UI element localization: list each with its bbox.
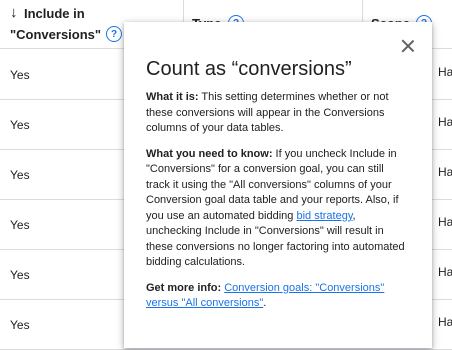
scope-cell: Ha xyxy=(438,215,452,229)
help-popup: Count as “conversions” What it is: This … xyxy=(124,22,432,348)
popup-body: What it is: This setting determines whet… xyxy=(146,90,408,322)
scope-cell: Ha xyxy=(438,315,452,329)
more-info-period: . xyxy=(263,297,267,309)
what-it-is-paragraph: What it is: This setting determines whet… xyxy=(146,90,408,137)
include-cell: Yes xyxy=(10,318,30,332)
more-info-paragraph: Get more info: Conversion goals: "Conver… xyxy=(146,281,408,312)
what-you-need-paragraph: What you need to know: If you uncheck In… xyxy=(146,147,408,271)
header-label-line2: "Conversions" xyxy=(10,27,102,42)
header-label-line1: Include in xyxy=(24,6,85,21)
sort-down-arrow-icon[interactable]: ↓ xyxy=(10,4,18,21)
close-icon[interactable] xyxy=(400,38,416,54)
bid-strategy-link[interactable]: bid strategy xyxy=(296,210,352,222)
scope-cell: Ha xyxy=(438,165,452,179)
more-info-label: Get more info: xyxy=(146,281,222,294)
scope-cell: Ha xyxy=(438,65,452,79)
popup-title: Count as “conversions” xyxy=(146,58,352,80)
include-cell: Yes xyxy=(10,68,30,82)
help-icon[interactable]: ? xyxy=(106,26,122,42)
include-cell: Yes xyxy=(10,118,30,132)
what-it-is-label: What it is: xyxy=(146,91,199,103)
include-cell: Yes xyxy=(10,168,30,182)
scope-cell: Ha xyxy=(438,115,452,129)
include-cell: Yes xyxy=(10,218,30,232)
scope-cell: Ha xyxy=(438,265,452,279)
what-you-need-label: What you need to know: xyxy=(146,147,273,160)
include-cell: Yes xyxy=(10,268,30,282)
